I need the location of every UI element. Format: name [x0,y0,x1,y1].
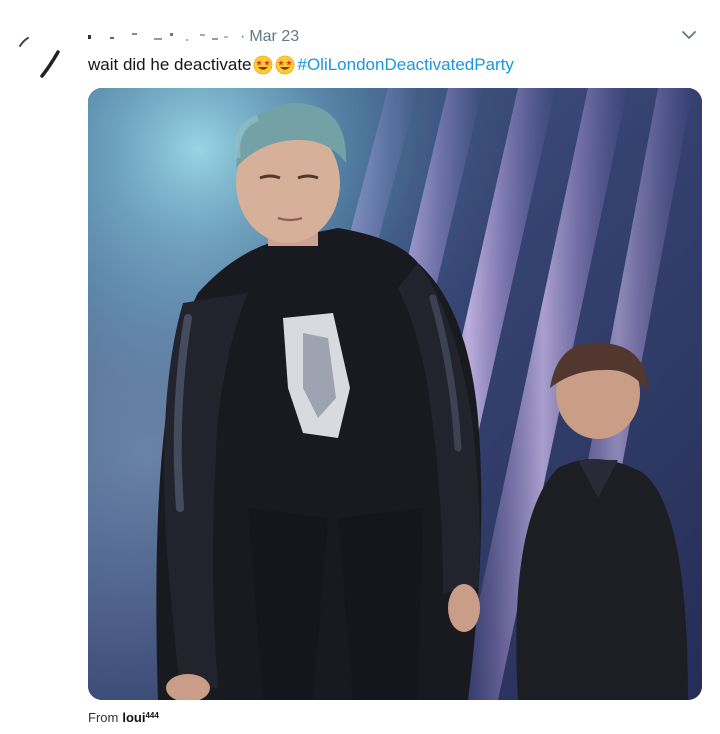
tweet-media-image[interactable] [88,88,702,700]
tweet-header: · Mar 23 [88,26,299,48]
tweet-date[interactable]: Mar 23 [249,28,299,46]
media-credit: From loui 444 [88,710,159,725]
credit-username[interactable]: loui [122,710,145,725]
star-struck-emoji-icon [253,55,272,75]
tweet-body: wait did he deactivate [88,55,252,74]
concert-photo [88,88,702,700]
redacted-username [88,28,238,46]
tweet-text: wait did he deactivate #OliLondonDeactiv… [88,52,514,78]
date-separator: · [240,28,246,45]
star-struck-emoji-icon [275,55,294,75]
credit-superscript: 444 [145,711,159,720]
hashtag-link[interactable]: #OliLondonDeactivatedParty [298,55,514,75]
chevron-down-icon[interactable] [680,26,698,44]
redacted-avatar [19,37,60,78]
credit-prefix: From [88,710,119,725]
tweet-card[interactable]: · Mar 23 wait did he deactivate #OliLond… [0,0,720,734]
